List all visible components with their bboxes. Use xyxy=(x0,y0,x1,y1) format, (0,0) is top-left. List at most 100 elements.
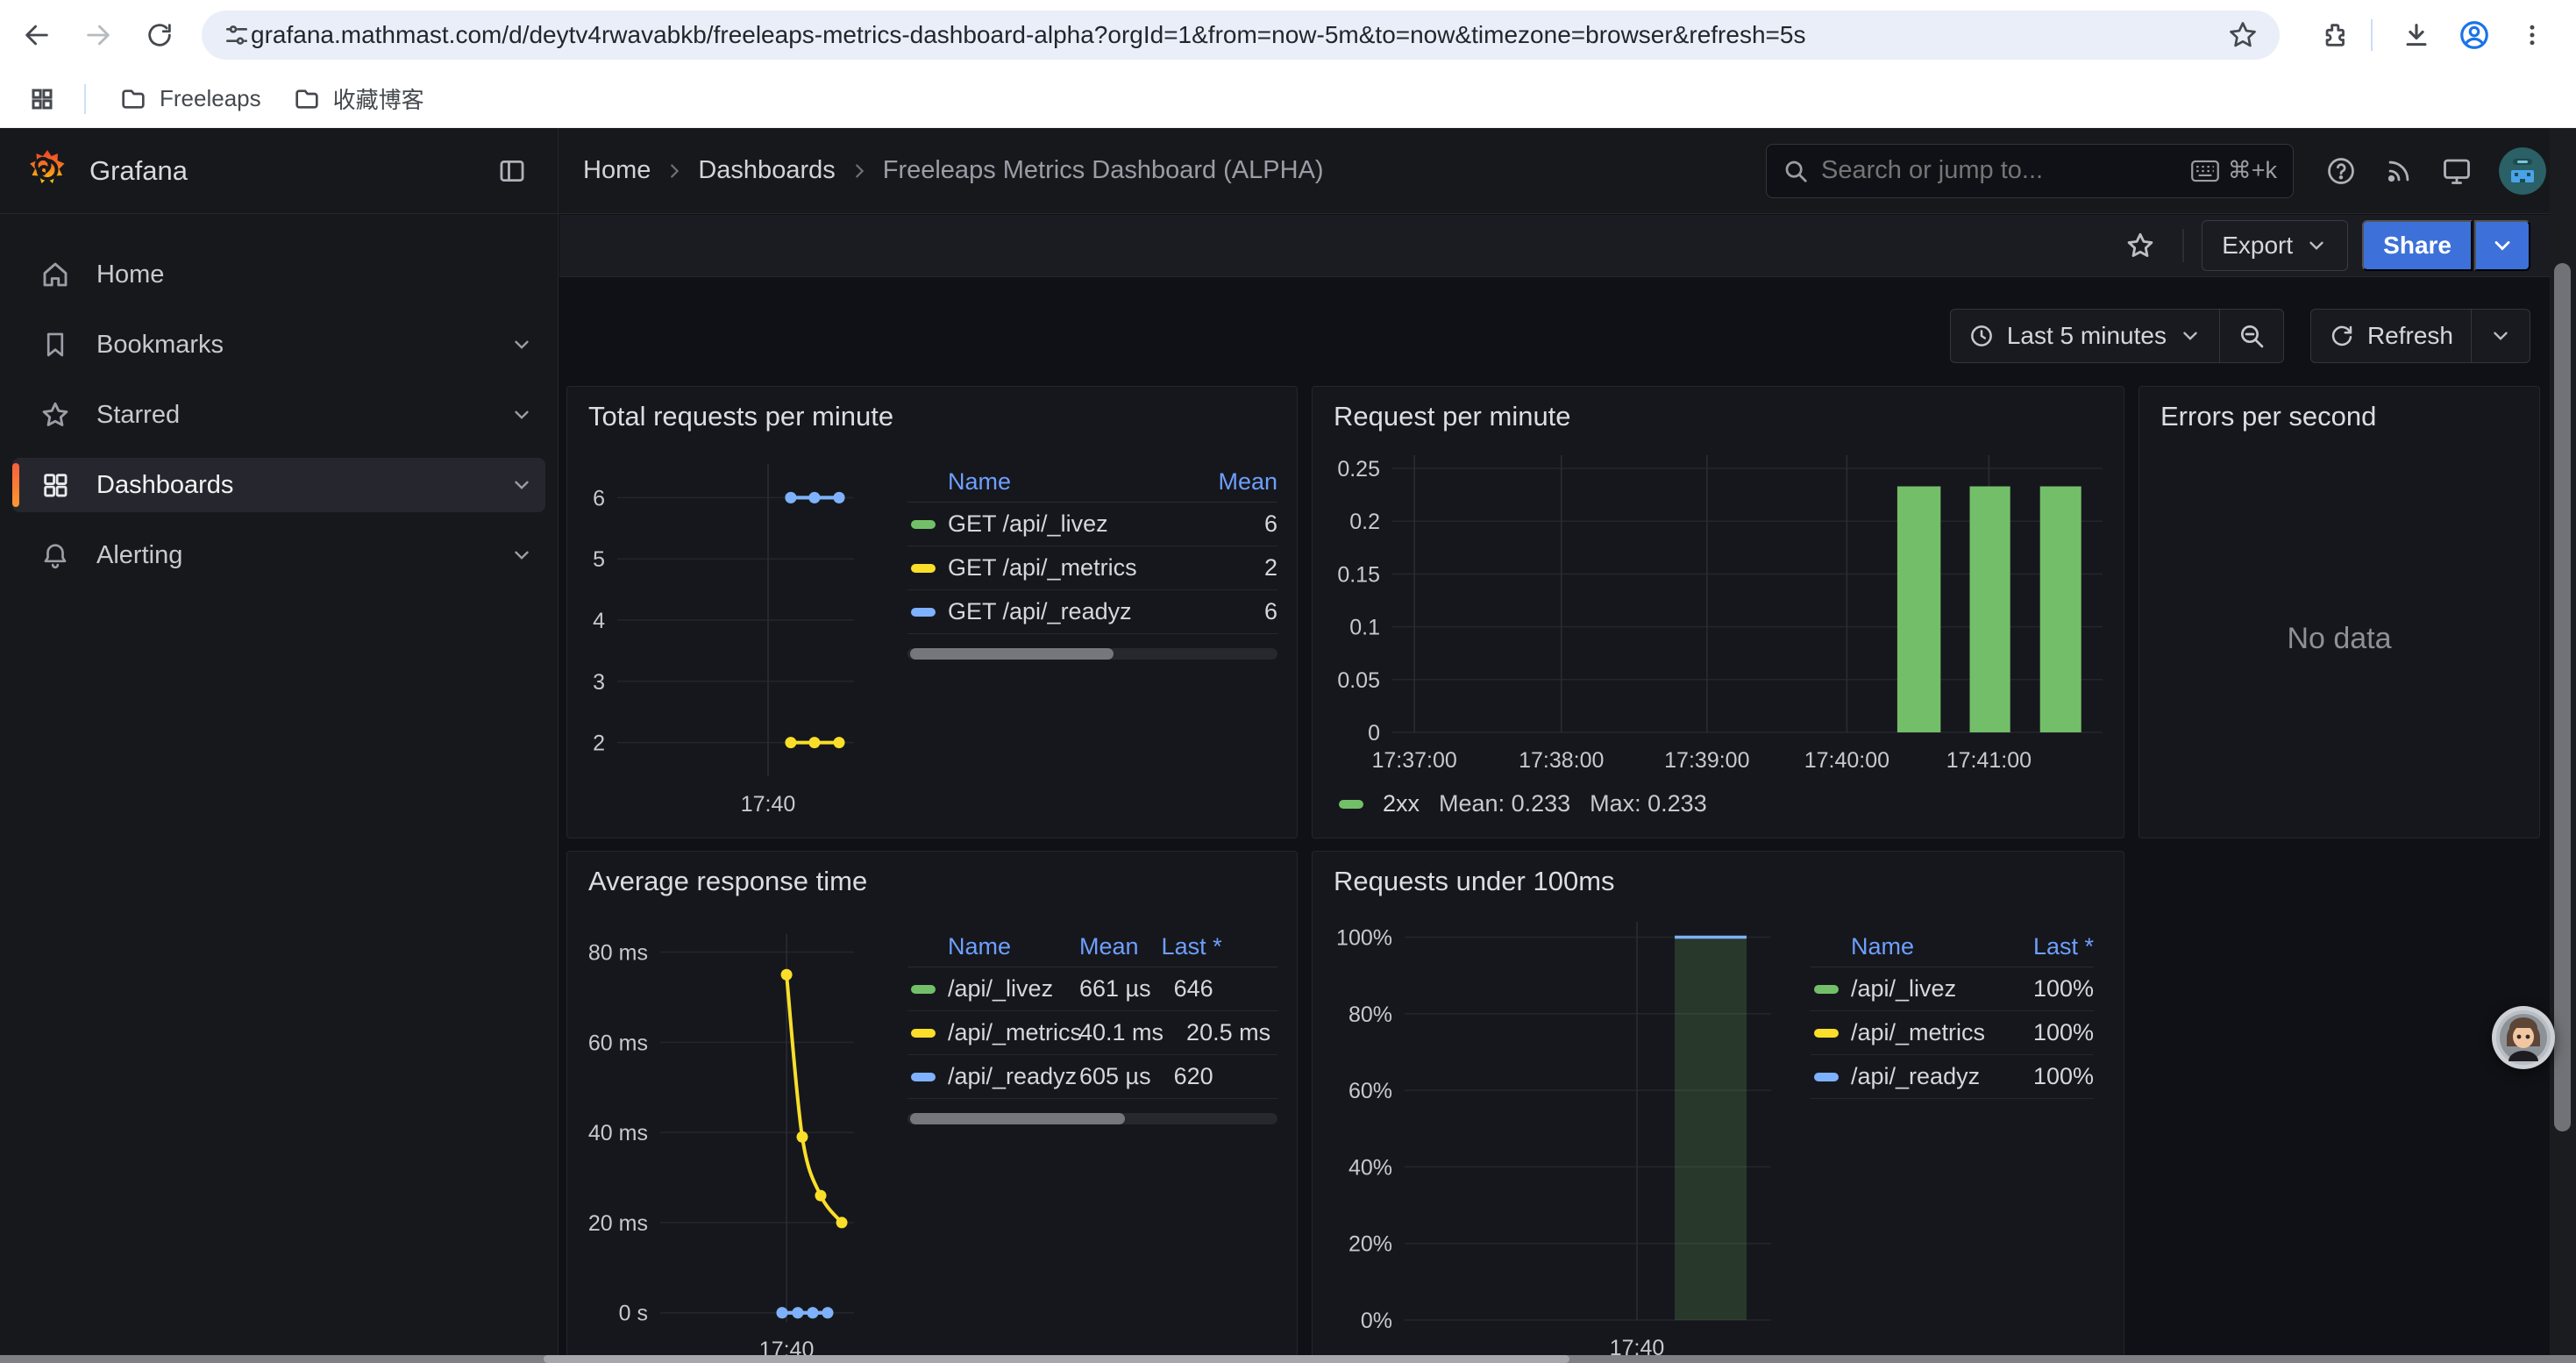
time-range-label: Last 5 minutes xyxy=(2007,322,2167,350)
panel-title[interactable]: Errors per second xyxy=(2139,387,2539,439)
sidebar-item-home[interactable]: Home xyxy=(12,247,545,302)
legend-header-mean[interactable]: Mean xyxy=(1079,933,1139,960)
profile-button[interactable] xyxy=(2450,11,2499,60)
svg-text:17:40: 17:40 xyxy=(741,792,796,817)
legend-header-mean[interactable]: Mean xyxy=(1172,468,1277,496)
legend-row[interactable]: GET /api/_metrics 2 xyxy=(907,546,1277,590)
panel-title[interactable]: Total requests per minute xyxy=(567,387,1297,439)
share-menu-button[interactable] xyxy=(2474,220,2530,271)
sidebar-item-dashboards[interactable]: Dashboards xyxy=(12,458,545,512)
grafana-logo[interactable] xyxy=(26,149,68,193)
star-icon xyxy=(31,390,80,439)
assistant-avatar-image xyxy=(2496,1010,2551,1065)
site-settings-icon[interactable] xyxy=(223,21,251,49)
share-button[interactable]: Share xyxy=(2362,220,2473,271)
help-button[interactable] xyxy=(2316,146,2366,196)
chevron-down-icon[interactable] xyxy=(510,474,533,496)
legend-row[interactable]: /api/_readyz 100% xyxy=(1811,1055,2094,1099)
chevron-right-icon xyxy=(850,161,869,181)
dock-menu-button[interactable] xyxy=(487,146,537,196)
user-avatar[interactable] xyxy=(2499,147,2546,195)
export-button[interactable]: Export xyxy=(2202,220,2348,271)
downloads-button[interactable] xyxy=(2392,11,2441,60)
legend-header-name[interactable]: Name xyxy=(907,468,1172,496)
avg-response-chart[interactable]: 80 ms60 ms40 ms20 ms0 s17:40 xyxy=(585,908,883,1363)
forward-button[interactable] xyxy=(74,11,123,60)
vertical-scrollbar-thumb[interactable] xyxy=(2554,263,2571,1131)
horizontal-scrollbar[interactable] xyxy=(0,1355,2576,1363)
svg-text:40%: 40% xyxy=(1348,1155,1392,1180)
legend-row[interactable]: /api/_livez 100% xyxy=(1811,967,2094,1011)
zoom-out-button[interactable] xyxy=(2219,310,2283,362)
reload-button[interactable] xyxy=(135,11,184,60)
extensions-button[interactable] xyxy=(2311,11,2360,60)
panel-title[interactable]: Requests under 100ms xyxy=(1313,852,2124,904)
time-range-picker[interactable]: Last 5 minutes xyxy=(1951,310,2219,362)
chevron-down-icon[interactable] xyxy=(510,544,533,567)
breadcrumb-current: Freeleaps Metrics Dashboard (ALPHA) xyxy=(883,156,1324,185)
back-icon xyxy=(22,20,52,50)
back-button[interactable] xyxy=(12,11,61,60)
panel-title[interactable]: Average response time xyxy=(567,852,1297,904)
legend-table: Name Last * /api/_livez 100% /api/_metri… xyxy=(1811,927,2094,1363)
panel-toggle-icon xyxy=(497,156,527,186)
bookmark-folder-label: 收藏博客 xyxy=(333,82,424,115)
sidebar-item-label: Starred xyxy=(96,401,510,430)
series-color-pill xyxy=(911,520,936,529)
legend-header-last[interactable]: Last * xyxy=(1997,933,2094,960)
header-actions xyxy=(2316,146,2546,196)
kiosk-mode-button[interactable] xyxy=(2432,146,2481,196)
refresh-button[interactable]: Refresh xyxy=(2311,310,2471,362)
legend-header-name[interactable]: Name xyxy=(1811,933,1997,960)
search-field[interactable] xyxy=(1821,156,2191,185)
svg-text:0%: 0% xyxy=(1361,1309,1392,1333)
svg-text:80 ms: 80 ms xyxy=(588,941,648,966)
nav-sidebar: Home Bookmarks Starred Dashboards xyxy=(0,214,559,1363)
bookmark-folder-blogs[interactable]: 收藏博客 xyxy=(277,75,440,122)
apps-button[interactable] xyxy=(18,75,67,124)
favorite-dashboard-button[interactable] xyxy=(2116,221,2165,270)
monitor-icon xyxy=(2441,155,2473,187)
refresh-interval-button[interactable] xyxy=(2471,310,2530,362)
legend-row[interactable]: /api/_readyz 605 µs 620 xyxy=(907,1055,1277,1099)
bell-icon xyxy=(31,531,80,580)
legend-row[interactable]: /api/_metrics 40.1 ms 20.5 ms xyxy=(907,1011,1277,1055)
url-bar[interactable]: grafana.mathmast.com/d/deytv4rwavabkb/fr… xyxy=(202,11,2280,60)
time-range-group: Last 5 minutes xyxy=(1950,309,2284,363)
panel-title[interactable]: Request per minute xyxy=(1313,387,2124,439)
bookmarks-bar: Freeleaps 收藏博客 xyxy=(0,70,2576,128)
svg-text:2: 2 xyxy=(593,731,605,756)
legend-row[interactable]: GET /api/_readyz 6 xyxy=(907,590,1277,634)
folder-icon xyxy=(119,85,147,113)
url-text[interactable]: grafana.mathmast.com/d/deytv4rwavabkb/fr… xyxy=(251,21,2227,49)
vertical-scrollbar-track[interactable] xyxy=(2550,128,2576,1356)
screen: grafana.mathmast.com/d/deytv4rwavabkb/fr… xyxy=(0,0,2576,1363)
chevron-down-icon[interactable] xyxy=(510,403,533,426)
legend-table: Name Mean GET /api/_livez 6 GET /api/_me… xyxy=(907,462,1277,838)
legend-header-name[interactable]: Name xyxy=(907,933,1079,960)
legend-scrollbar[interactable] xyxy=(907,648,1277,660)
sidebar-item-alerting[interactable]: Alerting xyxy=(12,528,545,582)
series-color-pill xyxy=(1814,1029,1839,1038)
under-100ms-chart[interactable]: 100%80%60%40%20%0%17:40 xyxy=(1330,908,1786,1363)
browser-menu-button[interactable] xyxy=(2508,11,2557,60)
share-split-button: Share xyxy=(2362,220,2530,271)
sidebar-item-starred[interactable]: Starred xyxy=(12,388,545,442)
legend-row[interactable]: /api/_metrics 100% xyxy=(1811,1011,2094,1055)
sidebar-item-bookmarks[interactable]: Bookmarks xyxy=(12,318,545,372)
request-per-minute-chart[interactable]: 0.250.20.150.10.05017:37:0017:38:0017:39… xyxy=(1330,443,2108,781)
legend-scrollbar[interactable] xyxy=(907,1113,1277,1124)
chevron-down-icon[interactable] xyxy=(510,333,533,356)
breadcrumb-home[interactable]: Home xyxy=(583,156,651,185)
bookmark-star-icon[interactable] xyxy=(2227,19,2259,51)
news-button[interactable] xyxy=(2374,146,2423,196)
total-requests-chart[interactable]: 6543217:40 xyxy=(585,443,883,825)
assistant-avatar[interactable] xyxy=(2492,1006,2555,1069)
legend-row[interactable]: GET /api/_livez 6 xyxy=(907,503,1277,546)
breadcrumb-dashboards[interactable]: Dashboards xyxy=(698,156,835,185)
legend-row[interactable]: /api/_livez 661 µs 646 xyxy=(907,967,1277,1011)
bookmark-folder-freeleaps[interactable]: Freeleaps xyxy=(103,78,277,120)
legend-header-last[interactable]: Last * xyxy=(1139,933,1277,960)
series-name[interactable]: 2xx xyxy=(1383,790,1420,817)
search-input[interactable]: ⌘+k xyxy=(1766,144,2294,198)
